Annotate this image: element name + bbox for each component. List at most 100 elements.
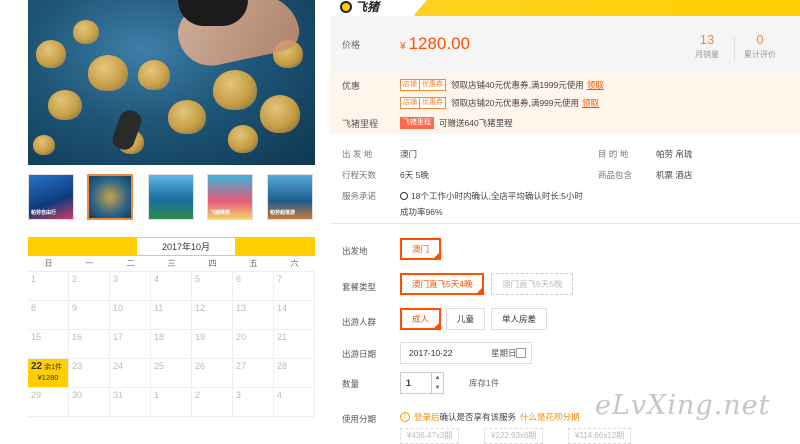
calendar-day: 8 xyxy=(28,301,69,330)
calendar-day: 13 xyxy=(233,301,274,330)
thumbnail-3[interactable] xyxy=(148,174,194,220)
info-value: 机票 酒店 xyxy=(656,170,693,180)
main-product-photo xyxy=(28,0,315,165)
price-panel: 价格 ¥1280.00 13 月销量 0 累计评价 xyxy=(330,16,800,72)
travel-date-weekday: 星期日 xyxy=(491,348,517,358)
warning-icon: ! xyxy=(400,412,410,422)
weekday-label: 一 xyxy=(85,259,94,268)
promo-label: 优惠 xyxy=(342,80,361,91)
calendar-day-number: 7 xyxy=(277,274,283,284)
calendar-day-number: 1 xyxy=(31,274,37,284)
price-value: ¥1280.00 xyxy=(400,34,470,54)
installment-option-3[interactable]: ¥436.47x3期 xyxy=(400,428,460,444)
calendar-day-number: 2 xyxy=(72,274,78,284)
info-label: 服务承诺 xyxy=(342,191,377,201)
calendar-day-number: 25 xyxy=(154,361,165,371)
thumbnail-strip: 帕劳自由行 飞猪推荐 帕劳超值游 xyxy=(28,174,315,222)
calendar-day-number: 27 xyxy=(236,361,247,371)
calendar-day-number: 24 xyxy=(113,361,124,371)
fliggy-logo: 飞猪 xyxy=(340,0,379,15)
info-label: 行程天数 xyxy=(342,170,377,180)
calendar-day-number: 2 xyxy=(195,390,201,400)
installment-help-link[interactable]: 什么是花呗分期 xyxy=(520,411,580,423)
claim-coupon-link[interactable]: 领取 xyxy=(582,97,599,109)
success-rate: 成功率96% xyxy=(400,207,443,217)
service-promise-value: 18个工作小时内确认,全店平均确认时长:5小时 成功率96% xyxy=(400,190,583,218)
logo-text: 飞猪 xyxy=(355,0,380,14)
calendar-icon[interactable] xyxy=(516,348,526,358)
calendar-day-number: 20 xyxy=(236,332,247,342)
increase-icon[interactable]: ▲ xyxy=(432,373,443,383)
quantity-value[interactable]: 1 xyxy=(406,378,411,388)
coupon-text: 领取店铺40元优惠券,满1999元使用 xyxy=(451,80,584,90)
calendar-day: 1 xyxy=(28,272,69,301)
calendar-day: 2 xyxy=(192,388,233,417)
calendar-day-number: 30 xyxy=(72,390,83,400)
mileage-row: 飞猪里程 飞猪里程 可赠送640飞猪里程 xyxy=(342,115,800,131)
calendar-day-stock: 余1件 xyxy=(44,364,63,371)
calendar-day-number: 19 xyxy=(195,332,206,342)
calendar-day-price: ¥1280 xyxy=(37,373,59,382)
calendar-day: 23 xyxy=(69,359,110,388)
price-amount: 1280.00 xyxy=(408,34,471,53)
calendar-day-number: 17 xyxy=(113,332,124,342)
option-package-label: 套餐类型 xyxy=(342,282,377,292)
option-departure-label: 出发地 xyxy=(342,246,368,256)
thumbnail-5[interactable]: 帕劳超值游 xyxy=(267,174,313,220)
travel-date-value: 2017-10-22 xyxy=(409,348,453,358)
price-label: 价格 xyxy=(342,40,361,50)
calendar-day: 24 xyxy=(110,359,151,388)
calendar-header: 2017年10月 xyxy=(28,237,315,256)
calendar-day: 28 xyxy=(274,359,315,388)
calendar-day-available[interactable]: 22 余1件 ¥1280 xyxy=(28,359,69,388)
installment-option-12[interactable]: ¥114.66x12期 xyxy=(568,428,632,444)
claim-coupon-link[interactable]: 领取 xyxy=(587,79,604,91)
quantity-step-buttons: ▲ ▼ xyxy=(431,373,443,393)
calendar-day: 19 xyxy=(192,330,233,359)
calendar-day-number: 9 xyxy=(72,303,78,313)
info-value: 6天 5晚 xyxy=(400,170,429,180)
shop-tag: 店铺 xyxy=(400,97,420,109)
quantity-stepper[interactable]: 1 ▲ ▼ xyxy=(400,372,444,394)
departure-option-macau[interactable]: 澳门 xyxy=(400,238,442,260)
review-count-label: 累计评价 xyxy=(744,50,776,59)
decrease-icon[interactable]: ▼ xyxy=(432,383,443,393)
weekday-label: 五 xyxy=(249,259,258,268)
monthly-sales-label: 月销量 xyxy=(695,50,719,59)
package-option-6d5n[interactable]: 澳门直飞6天5晚 xyxy=(491,273,574,295)
availability-calendar: 2017年10月 日 一 二 三 四 五 六 1 2 3 4 5 6 7 8 9 10 11 12 13… xyxy=(28,237,315,417)
calendar-day: 4 xyxy=(274,388,315,417)
travel-date-picker[interactable]: 2017-10-22 星期日 xyxy=(400,342,532,364)
review-count[interactable]: 0 累计评价 xyxy=(738,32,782,60)
calendar-day: 3 xyxy=(110,272,151,301)
group-option-child[interactable]: 儿童 xyxy=(446,308,486,330)
package-option-5d4n[interactable]: 澳门直飞5天4晚 xyxy=(400,273,485,295)
product-info: 出 发 地 澳门 目 的 地 帕劳 帛琉 行程天数 6天 5晚 商品包含 机票 … xyxy=(330,140,800,224)
option-date-label: 出游日期 xyxy=(342,349,377,359)
installment-option-6[interactable]: ¥222.93x6期 xyxy=(484,428,544,444)
mileage-text: 可赠送640飞猪里程 xyxy=(439,118,513,128)
calendar-day: 14 xyxy=(274,301,315,330)
info-label: 目 的 地 xyxy=(598,149,629,159)
calendar-day: 20 xyxy=(233,330,274,359)
calendar-day: 25 xyxy=(151,359,192,388)
calendar-day: 9 xyxy=(69,301,110,330)
calendar-day: 31 xyxy=(110,388,151,417)
login-link[interactable]: 登录后 xyxy=(414,411,440,423)
thumbnail-2-selected[interactable] xyxy=(87,174,133,220)
calendar-day-number: 8 xyxy=(31,303,37,313)
coupon-tag: 优惠券 xyxy=(419,97,446,109)
weekday-label: 六 xyxy=(290,259,299,268)
thumbnail-4[interactable]: 飞猪推荐 xyxy=(207,174,253,220)
option-group-label: 出游人群 xyxy=(342,317,377,327)
calendar-day-number: 1 xyxy=(154,390,160,400)
review-count-value: 0 xyxy=(756,32,764,47)
group-option-single-room[interactable]: 单人房差 xyxy=(491,308,548,330)
group-option-adult[interactable]: 成人 xyxy=(400,308,442,330)
monthly-sales: 13 月销量 xyxy=(687,32,727,60)
thumbnail-1[interactable]: 帕劳自由行 xyxy=(28,174,74,220)
site-watermark: eLvXing.net xyxy=(595,390,771,421)
calendar-day-number: 15 xyxy=(31,332,42,342)
calendar-month[interactable]: 2017年10月 xyxy=(136,237,236,256)
calendar-day-number: 23 xyxy=(72,361,83,371)
